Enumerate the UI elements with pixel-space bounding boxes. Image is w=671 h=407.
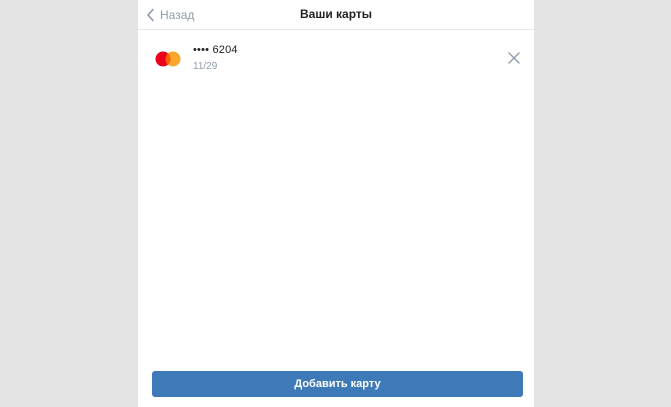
mastercard-logo-icon xyxy=(155,51,181,67)
cards-panel: Назад Ваши карты •••• 6204 11/29 Добавит… xyxy=(138,0,534,407)
card-expiry-date: 11/29 xyxy=(193,61,218,72)
page: Назад Ваши карты •••• 6204 11/29 Добавит… xyxy=(0,0,671,407)
add-card-button[interactable]: Добавить карту xyxy=(152,371,523,397)
header-bar: Назад Ваши карты xyxy=(138,0,534,30)
card-masked-number: •••• 6204 xyxy=(193,44,238,56)
close-icon[interactable] xyxy=(507,51,521,65)
card-list-item[interactable]: •••• 6204 11/29 xyxy=(138,40,534,78)
page-title: Ваши карты xyxy=(299,7,373,21)
